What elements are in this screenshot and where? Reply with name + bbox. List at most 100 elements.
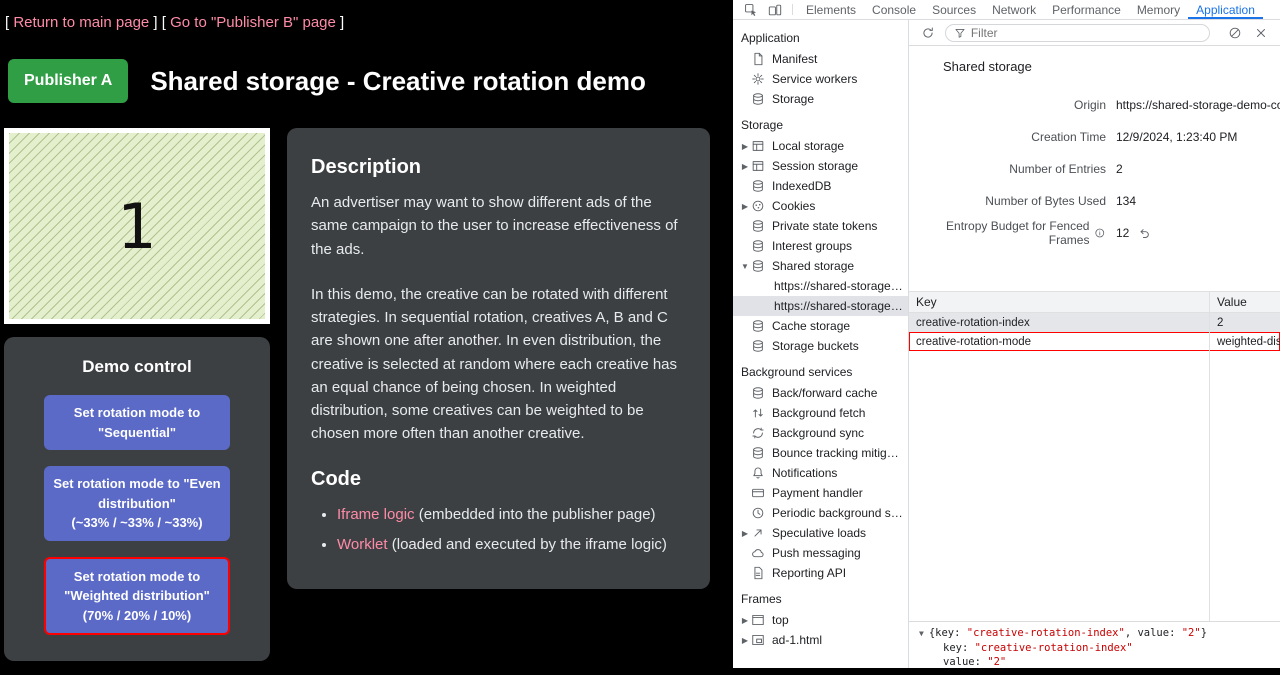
ad-creative-frame: 1 (4, 128, 270, 324)
table-row[interactable]: creative-rotation-mode weighted-distribu… (909, 332, 1280, 351)
database-icon (751, 219, 767, 233)
database-icon (751, 92, 767, 106)
key-column-header[interactable]: Key (909, 295, 1209, 309)
return-main-link[interactable]: Return to main page (13, 14, 149, 31)
sidebar-item-shared-storage-origin-1[interactable]: https://shared-storage-demo-publisher-a.… (733, 276, 908, 296)
sidebar-item-periodic-background-sync[interactable]: Periodic background sync (733, 503, 908, 523)
publisher-b-link[interactable]: Go to "Publisher B" page (170, 14, 336, 31)
table-icon (751, 159, 767, 173)
refresh-icon[interactable] (919, 24, 937, 42)
code-links-list: Iframe logic (embedded into the publishe… (311, 503, 686, 557)
worklet-link[interactable]: Worklet (337, 536, 388, 553)
page-title: Shared storage - Creative rotation demo (150, 66, 646, 97)
chevron-down-icon[interactable]: ▼ (919, 629, 924, 638)
description-panel: Description An advertiser may want to sh… (287, 128, 710, 589)
application-sidebar: Application Manifest Service workers Sto… (733, 20, 909, 668)
frame-icon (751, 613, 767, 627)
sidebar-item-frame-ad-1[interactable]: ad-1.html (733, 630, 908, 650)
sidebar-section-frames: Frames (733, 583, 908, 610)
sidebar-item-notifications[interactable]: Notifications (733, 463, 908, 483)
sidebar-item-service-workers[interactable]: Service workers (733, 69, 908, 89)
chevron-right-icon[interactable] (739, 162, 751, 171)
filter-input[interactable] (945, 24, 1211, 42)
sidebar-item-frame-top[interactable]: top (733, 610, 908, 630)
sidebar-item-payment-handler[interactable]: Payment handler (733, 483, 908, 503)
entries-table: Key Value creative-rotation-index 2 crea… (909, 291, 1280, 621)
tab-performance[interactable]: Performance (1044, 0, 1129, 19)
clear-all-icon[interactable] (1226, 24, 1244, 42)
value-column-header[interactable]: Value (1209, 295, 1280, 309)
meta-row-creation-time: Creation Time 12/9/2024, 1:23:40 PM (909, 121, 1280, 153)
sidebar-item-indexeddb[interactable]: IndexedDB (733, 176, 908, 196)
sidebar-item-private-state-tokens[interactable]: Private state tokens (733, 216, 908, 236)
button-label: Set rotation mode to "Even distribution" (53, 476, 220, 511)
sidebar-item-reporting-api[interactable]: Reporting API (733, 563, 908, 583)
tab-network[interactable]: Network (984, 0, 1044, 19)
sidebar-item-shared-storage[interactable]: Shared storage (733, 256, 908, 276)
tab-console[interactable]: Console (864, 0, 924, 19)
even-distribution-mode-button[interactable]: Set rotation mode to "Even distribution"… (44, 466, 230, 541)
sidebar-item-background-sync[interactable]: Background sync (733, 423, 908, 443)
sidebar-item-manifest[interactable]: Manifest (733, 49, 908, 69)
meta-row-entropy-budget: Entropy Budget for Fenced Frames 12 (909, 217, 1280, 249)
publisher-page: [ Return to main page ] [ Go to "Publish… (0, 0, 733, 675)
divider (792, 4, 793, 15)
sidebar-item-bounce-tracking-mitigations[interactable]: Bounce tracking mitigations (733, 443, 908, 463)
bracket: ] [ (149, 14, 170, 31)
creative-number: 1 (117, 190, 156, 263)
chevron-right-icon[interactable] (739, 636, 751, 645)
cloud-icon (751, 546, 767, 560)
database-icon (751, 239, 767, 253)
sidebar-item-interest-groups[interactable]: Interest groups (733, 236, 908, 256)
inspect-element-icon[interactable] (739, 0, 763, 19)
chevron-right-icon[interactable] (739, 616, 751, 625)
reset-budget-icon[interactable] (1138, 226, 1152, 240)
page-nav: [ Return to main page ] [ Go to "Publish… (0, 0, 733, 31)
screen: [ Return to main page ] [ Go to "Publish… (0, 0, 1280, 675)
tab-application[interactable]: Application (1188, 0, 1263, 19)
iframe-icon (751, 633, 767, 647)
filter-text-field[interactable] (971, 26, 1202, 40)
sidebar-item-local-storage[interactable]: Local storage (733, 136, 908, 156)
table-icon (751, 139, 767, 153)
chevron-right-icon[interactable] (739, 202, 751, 211)
chevron-right-icon[interactable] (739, 529, 751, 538)
info-icon (1094, 227, 1106, 239)
cookie-icon (751, 199, 767, 213)
database-icon (751, 446, 767, 460)
gear-icon (751, 72, 767, 86)
sidebar-item-background-fetch[interactable]: Background fetch (733, 403, 908, 423)
weighted-distribution-mode-button[interactable]: Set rotation mode to "Weighted distribut… (44, 557, 230, 636)
sidebar-item-back-forward-cache[interactable]: Back/forward cache (733, 383, 908, 403)
tab-elements[interactable]: Elements (798, 0, 864, 19)
demo-control-heading: Demo control (44, 357, 230, 377)
chevron-right-icon[interactable] (739, 142, 751, 151)
button-detail: (~33% / ~33% / ~33%) (50, 513, 224, 533)
database-icon (751, 386, 767, 400)
sidebar-item-push-messaging[interactable]: Push messaging (733, 543, 908, 563)
iframe-logic-link[interactable]: Iframe logic (337, 506, 415, 523)
table-row[interactable]: creative-rotation-index 2 (909, 313, 1280, 332)
tab-memory[interactable]: Memory (1129, 0, 1188, 19)
devtools-tabbar: Elements Console Sources Network Perform… (733, 0, 1280, 20)
chevron-down-icon[interactable] (739, 262, 751, 271)
sidebar-item-session-storage[interactable]: Session storage (733, 156, 908, 176)
up-down-arrows-icon (751, 406, 767, 420)
credit-card-icon (751, 486, 767, 500)
button-detail: (70% / 20% / 10%) (52, 606, 222, 626)
sidebar-item-speculative-loads[interactable]: Speculative loads (733, 523, 908, 543)
sidebar-item-storage-buckets[interactable]: Storage buckets (733, 336, 908, 356)
arrow-up-right-icon (751, 526, 767, 540)
document-icon (751, 52, 767, 66)
close-icon[interactable] (1252, 24, 1270, 42)
sidebar-item-storage[interactable]: Storage (733, 89, 908, 109)
sidebar-item-cache-storage[interactable]: Cache storage (733, 316, 908, 336)
sidebar-item-shared-storage-origin-2[interactable]: https://shared-storage-demo-content-prod… (733, 296, 908, 316)
tab-sources[interactable]: Sources (924, 0, 984, 19)
sidebar-item-cookies[interactable]: Cookies (733, 196, 908, 216)
sequential-mode-button[interactable]: Set rotation mode to "Sequential" (44, 395, 230, 450)
panel-title: Shared storage (943, 59, 1280, 74)
database-icon (751, 339, 767, 353)
table-header-row: Key Value (909, 292, 1280, 313)
device-toolbar-icon[interactable] (763, 0, 787, 19)
